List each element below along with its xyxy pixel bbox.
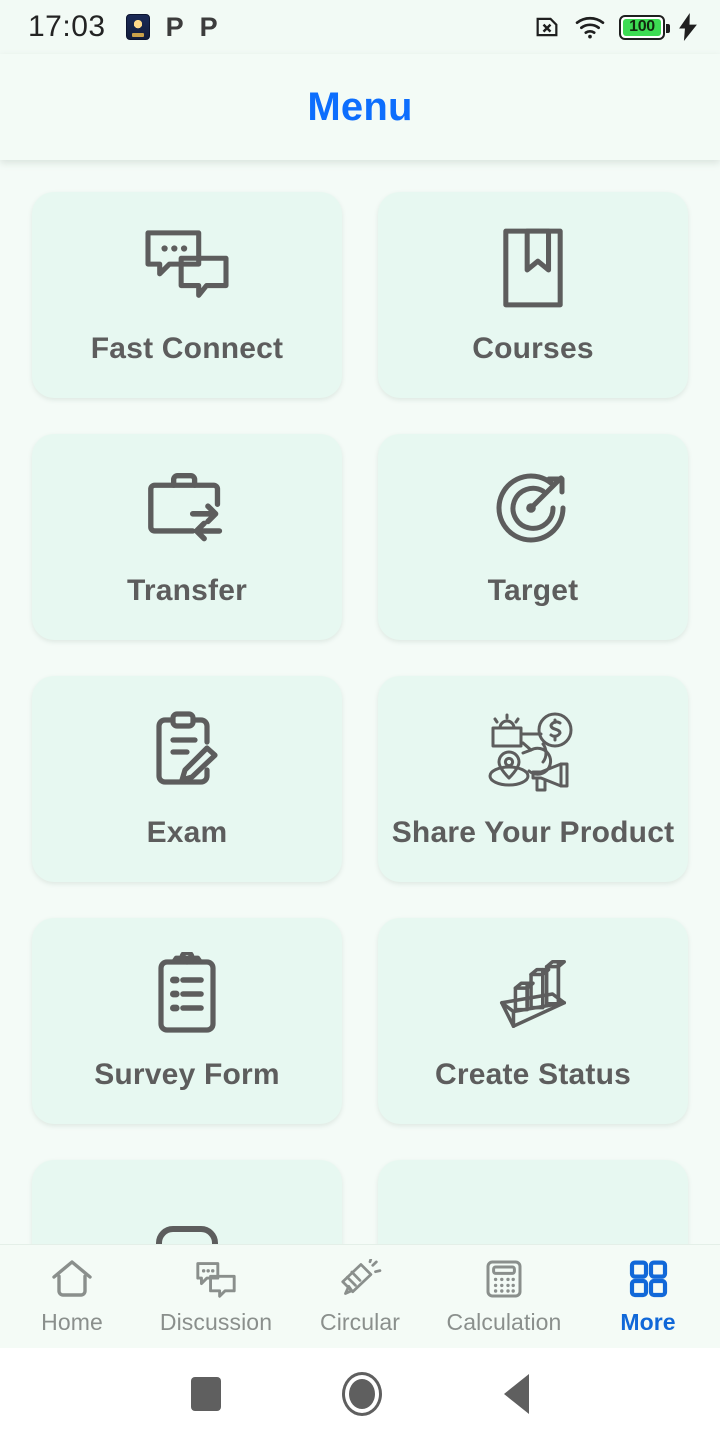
nav-item-label: Circular bbox=[319, 1308, 401, 1335]
menu-card-label: Share Your Product bbox=[391, 815, 675, 849]
target-arrow-icon bbox=[491, 468, 575, 552]
no-sim-icon bbox=[533, 13, 561, 41]
status-bar-clock: 17:03 bbox=[28, 10, 106, 43]
menu-card-label: Create Status bbox=[434, 1057, 631, 1091]
battery-icon: 100 bbox=[619, 14, 670, 40]
bar-chart-3d-icon bbox=[492, 952, 574, 1036]
megaphone-icon bbox=[338, 1258, 382, 1300]
menu-card-label: Target bbox=[487, 573, 579, 607]
menu-card-label: Exam bbox=[146, 815, 228, 849]
bottom-navigation-bar: Home Discussion Circular Calculation Mor… bbox=[0, 1244, 720, 1348]
back-triangle-button[interactable] bbox=[504, 1374, 530, 1414]
menu-card-label: Survey Form bbox=[94, 1057, 280, 1091]
menu-card-target[interactable]: Target bbox=[378, 434, 688, 640]
home-icon bbox=[50, 1258, 94, 1300]
wifi-icon bbox=[574, 14, 606, 40]
menu-card-share-your-product[interactable]: Share Your Product bbox=[378, 676, 688, 882]
nav-item-label: Discussion bbox=[159, 1308, 273, 1335]
menu-card-create-status[interactable]: Create Status bbox=[378, 918, 688, 1124]
home-circle-button[interactable] bbox=[342, 1372, 383, 1416]
app-header: Menu bbox=[0, 54, 720, 160]
nav-item-label: Home bbox=[41, 1308, 103, 1335]
status-bar: 17:03 P P 100 bbox=[0, 0, 720, 54]
nav-item-label: More bbox=[620, 1308, 676, 1335]
chat-icon bbox=[194, 1258, 238, 1300]
p-notification-icon: P bbox=[199, 11, 218, 42]
menu-card-fast-connect[interactable]: Fast Connect bbox=[32, 192, 342, 398]
menu-card-label: Courses bbox=[472, 331, 594, 365]
nav-item-more[interactable]: More bbox=[576, 1245, 720, 1348]
calculator-icon bbox=[483, 1258, 525, 1300]
p-notification-icon: P bbox=[165, 11, 184, 42]
grid-squares-icon bbox=[627, 1258, 669, 1300]
menu-card-label: Fast Connect bbox=[90, 331, 284, 365]
nav-item-discussion[interactable]: Discussion bbox=[144, 1245, 288, 1348]
nav-item-calculation[interactable]: Calculation bbox=[432, 1245, 576, 1348]
recents-square-button[interactable] bbox=[190, 1377, 221, 1411]
status-bar-system-icons: 100 bbox=[533, 13, 698, 41]
menu-card-survey-form[interactable]: Survey Form bbox=[32, 918, 342, 1124]
clipboard-pencil-icon bbox=[147, 710, 227, 794]
menu-card-transfer[interactable]: Transfer bbox=[32, 434, 342, 640]
menu-card-label: Transfer bbox=[127, 573, 247, 607]
page-title: Menu bbox=[307, 84, 413, 129]
share-product-icon bbox=[483, 710, 583, 794]
charging-bolt-icon bbox=[678, 13, 698, 41]
menu-grid: Fast Connect Courses Transfer Target Exa… bbox=[0, 160, 720, 1348]
menu-scroll-area[interactable]: Fast Connect Courses Transfer Target Exa… bbox=[0, 160, 720, 1348]
menu-card-exam[interactable]: Exam bbox=[32, 676, 342, 882]
briefcase-exchange-icon bbox=[145, 468, 229, 552]
status-bar-notifications: P P bbox=[125, 11, 218, 42]
phone-screen: 17:03 P P 100 Menu Fast Connect Courses … bbox=[0, 0, 720, 1440]
nav-item-circular[interactable]: Circular bbox=[288, 1245, 432, 1348]
nav-item-home[interactable]: Home bbox=[0, 1245, 144, 1348]
menu-card-courses[interactable]: Courses bbox=[378, 192, 688, 398]
android-system-nav bbox=[0, 1348, 720, 1440]
chat-bubbles-icon bbox=[142, 226, 232, 310]
nav-item-label: Calculation bbox=[446, 1308, 562, 1335]
book-bookmark-icon bbox=[500, 226, 566, 310]
app-badge-icon bbox=[125, 14, 150, 40]
clipboard-list-icon bbox=[151, 951, 223, 1036]
battery-percent-label: 100 bbox=[629, 18, 655, 35]
